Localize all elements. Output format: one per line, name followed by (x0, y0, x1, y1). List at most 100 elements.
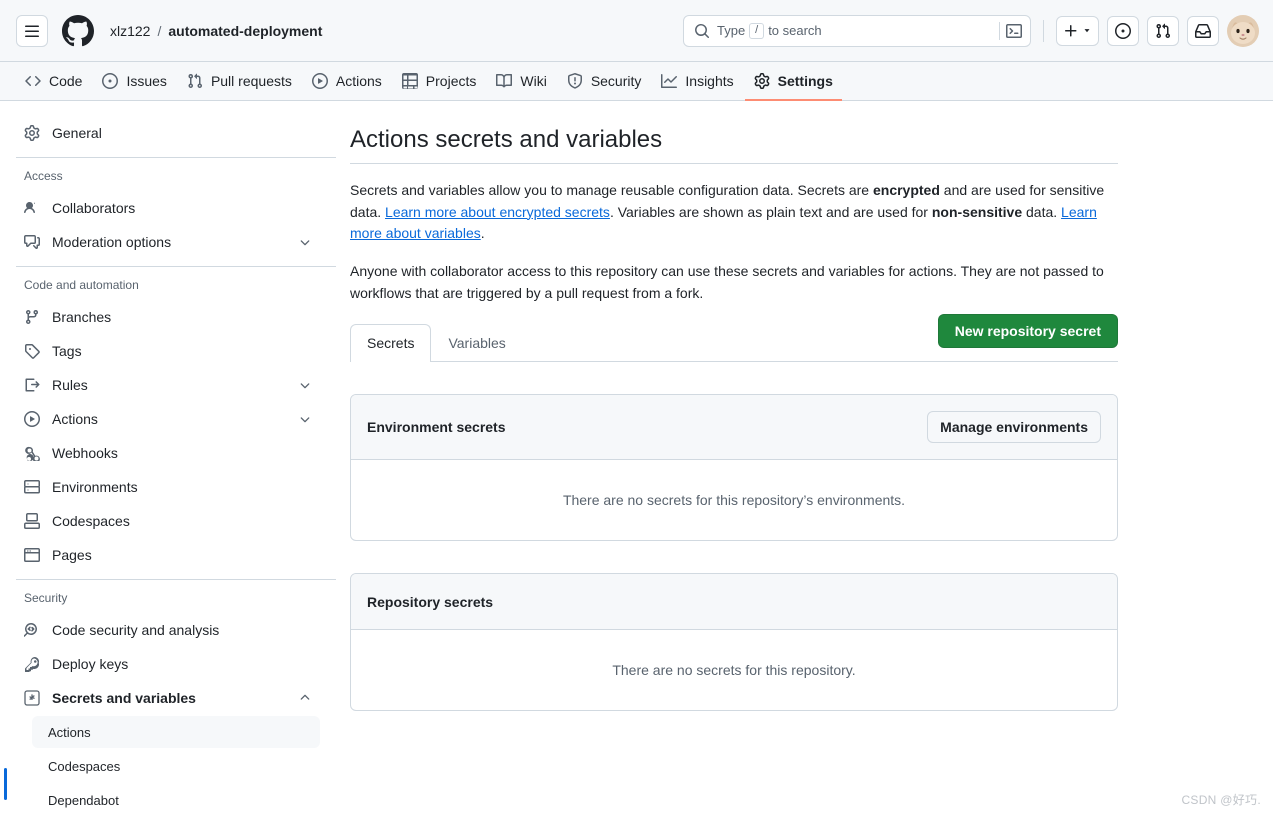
chevron-down-icon[interactable] (298, 378, 312, 392)
environment-secrets-empty-text: There are no secrets for this repository… (562, 492, 906, 509)
selected-item-indicator (4, 768, 7, 800)
key-icon (24, 656, 40, 672)
main-content: Actions secrets and variables Secrets an… (336, 101, 1273, 818)
intro-text-4: data. (1022, 203, 1062, 220)
tab-secrets[interactable]: Secrets (350, 324, 432, 363)
issues-button[interactable] (1107, 15, 1139, 46)
repo-nav-wiki-label: Wiki (520, 72, 547, 89)
terminal-icon[interactable] (1006, 23, 1022, 39)
sidebar-item-secrets-and-variables[interactable]: Secrets and variables (16, 682, 320, 714)
intro-paragraph-2: Anyone with collaborator access to this … (350, 263, 1104, 301)
sidebar-item-deploy-keys[interactable]: Deploy keys (16, 648, 320, 680)
tab-variables[interactable]: Variables (431, 324, 522, 361)
repo-nav-insights[interactable]: Insights (652, 62, 742, 101)
notifications-button[interactable] (1187, 15, 1219, 46)
sidebar-item-webhooks[interactable]: Webhooks (16, 437, 320, 469)
repo-nav-code[interactable]: Code (16, 62, 91, 101)
create-new-button[interactable] (1056, 15, 1099, 46)
repo-nav-actions[interactable]: Actions (303, 62, 391, 101)
gear-icon (24, 125, 40, 141)
sidebar-item-rules[interactable]: Rules (16, 369, 320, 401)
repo-nav-settings[interactable]: Settings (744, 62, 842, 101)
pull-requests-button[interactable] (1147, 15, 1179, 46)
avatar[interactable] (1227, 14, 1259, 47)
sidebar-item-code-security-and-analysis[interactable]: Code security and analysis (16, 614, 320, 646)
sidebar-item-branches[interactable]: Branches (16, 301, 320, 333)
chevron-down-icon (1084, 28, 1090, 32)
repo-nav-pull-requests[interactable]: Pull requests (178, 62, 301, 101)
search-divider (999, 21, 1000, 40)
sidebar-item-general[interactable]: General (16, 117, 320, 149)
sidebar-item-tags[interactable]: Tags (16, 335, 320, 367)
chevron-up-icon[interactable] (298, 691, 312, 705)
asterisk-box-icon (24, 690, 40, 706)
search-placeholder-suffix: to search (768, 23, 822, 38)
search-input[interactable]: Type / to search (683, 14, 1031, 47)
new-repository-secret-button[interactable]: New repository secret (937, 314, 1118, 349)
search-placeholder-prefix: Type (717, 23, 746, 38)
sidebar-item-moderation-options[interactable]: Moderation options (16, 226, 320, 258)
sidebar-item-actions-label: Actions (52, 411, 98, 427)
hamburger-menu-button[interactable] (16, 14, 48, 47)
header-actions: Type / to search (683, 0, 1259, 61)
page-title: Actions secrets and variables (350, 125, 1118, 164)
environment-secrets-header: Environment secrets Manage environments (351, 395, 1117, 461)
chevron-down-icon[interactable] (298, 235, 312, 249)
sidebar-divider (16, 266, 336, 267)
repo-nav-projects[interactable]: Projects (393, 62, 486, 101)
header-divider (1043, 19, 1044, 42)
hamburger-icon (25, 25, 39, 37)
play-icon (24, 411, 40, 427)
sidebar-item-codespaces[interactable]: Codespaces (16, 505, 320, 537)
repository-secrets-empty-text: There are no secrets for this repository… (612, 662, 856, 679)
repo-nav-security[interactable]: Security (558, 62, 651, 101)
codespaces-icon (24, 513, 40, 529)
sidebar-item-general-label: General (52, 125, 102, 141)
repository-nav: Code Issues Pull requests Actions Projec… (0, 62, 1273, 101)
repo-nav-wiki[interactable]: Wiki (487, 62, 555, 101)
issue-opened-icon (102, 72, 119, 89)
codescan-icon (24, 622, 40, 638)
search-icon (695, 23, 710, 38)
sidebar-item-actions[interactable]: Actions (16, 403, 320, 435)
sidebar-heading-code-and-automation: Code and automation (24, 278, 139, 292)
sidebar-item-moderation-options-label: Moderation options (52, 234, 172, 250)
sidebar-item-environments[interactable]: Environments (16, 471, 320, 503)
sidebar-item-secrets-and-variables-label: Secrets and variables (52, 690, 196, 706)
intro-text-3: . Variables are shown as plain text and … (609, 203, 932, 220)
manage-environments-button[interactable]: Manage environments (927, 411, 1101, 444)
sidebar-item-pages[interactable]: Pages (16, 539, 320, 571)
gear-icon (754, 72, 770, 89)
sidebar-item-collaborators[interactable]: Collaborators (16, 192, 320, 224)
intro-bold-encrypted: encrypted (872, 182, 940, 198)
tag-icon (24, 343, 40, 359)
breadcrumb: xlz122 / automated-deployment (110, 23, 322, 39)
github-logo-icon[interactable] (62, 14, 94, 47)
intro-bold-non-sensitive: non-sensitive (931, 203, 1023, 220)
sidebar-subitem-dependabot[interactable]: Dependabot (32, 784, 320, 816)
sidebar-subitem-codespaces[interactable]: Codespaces (32, 750, 320, 782)
rules-icon (24, 377, 40, 393)
intro-text-1: Secrets and variables allow you to manag… (350, 182, 873, 198)
sidebar-item-codespaces-label: Codespaces (52, 513, 130, 529)
repo-nav-code-label: Code (49, 72, 83, 89)
sidebar-item-branches-label: Branches (52, 309, 112, 325)
watermark: CSDN @好巧. (1181, 793, 1261, 807)
repo-nav-pull-requests-label: Pull requests (210, 72, 292, 89)
sidebar-item-webhooks-label: Webhooks (52, 445, 118, 461)
sidebar-item-code-security-and-analysis-label: Code security and analysis (52, 622, 220, 638)
chevron-down-icon[interactable] (298, 412, 312, 426)
breadcrumb-owner[interactable]: xlz122 (110, 23, 150, 39)
webhook-icon (24, 445, 40, 461)
sidebar-subitem-actions-label: Actions (48, 724, 91, 740)
repo-nav-issues[interactable]: Issues (93, 62, 175, 101)
book-icon (496, 73, 513, 87)
issue-opened-icon (1115, 22, 1131, 39)
sidebar-subitem-actions[interactable]: Actions (32, 716, 320, 748)
repo-nav-actions-label: Actions (335, 72, 382, 89)
comment-discussion-icon (24, 234, 40, 250)
breadcrumb-repo[interactable]: automated-deployment (168, 23, 322, 39)
link-encrypted-secrets[interactable]: Learn more about encrypted secrets (385, 204, 610, 220)
intro-text-5: . (480, 225, 485, 242)
sidebar-divider (16, 579, 336, 580)
